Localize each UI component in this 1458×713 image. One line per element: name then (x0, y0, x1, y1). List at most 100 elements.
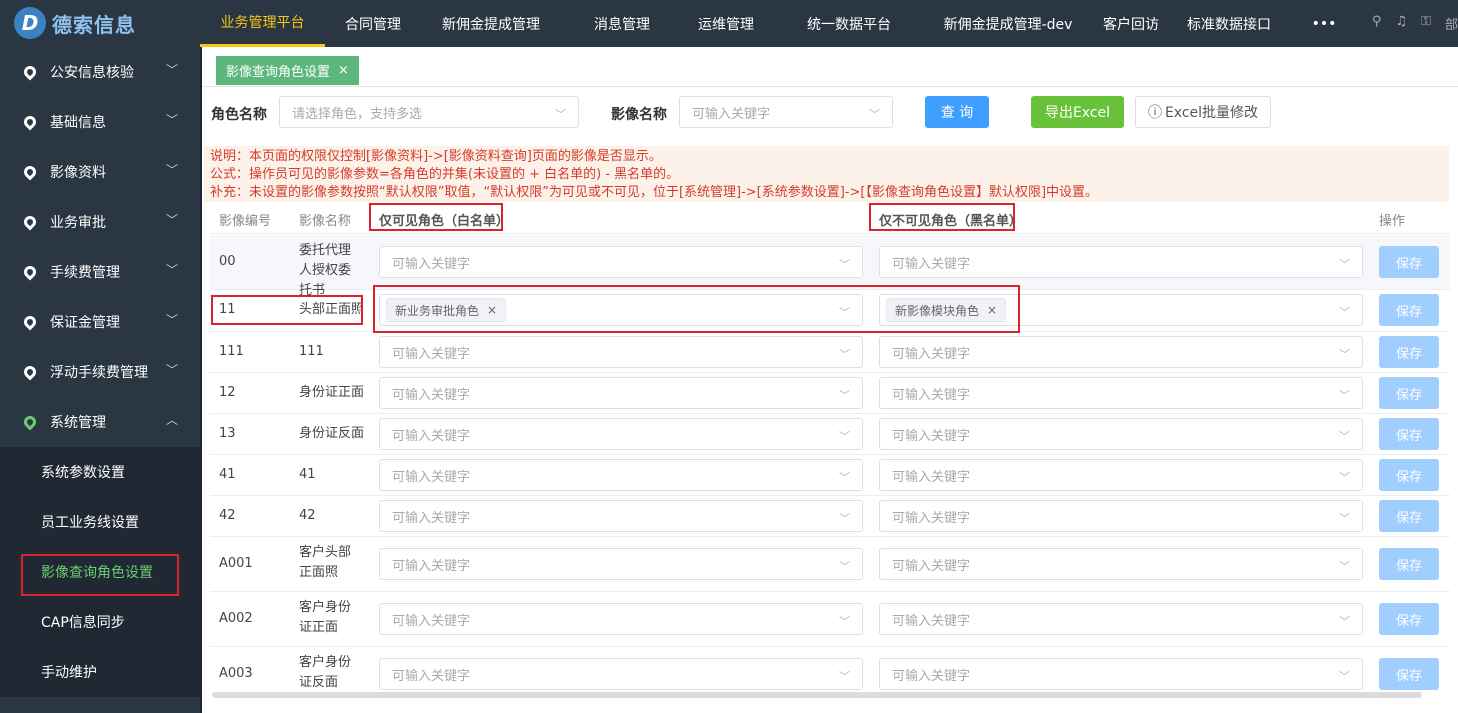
save-button[interactable]: 保存 (1379, 246, 1439, 278)
whitelist-select[interactable]: 可输入关键字 ﹀ (379, 459, 863, 491)
save-button[interactable]: 保存 (1379, 336, 1439, 368)
sidebar-item-police-verify[interactable]: 公安信息核验 ﹀ (0, 47, 200, 97)
sidebar-item-basic-info[interactable]: 基础信息 ﹀ (0, 97, 200, 147)
blacklist-select[interactable]: 可输入关键字 ﹀ (879, 500, 1363, 532)
table-row: 42 42 可输入关键字 ﹀ 可输入关键字 ﹀ 保存 (210, 496, 1450, 537)
whitelist-select[interactable]: 可输入关键字 ﹀ (379, 377, 863, 409)
nav-item-business-platform[interactable]: 业务管理平台 (200, 0, 325, 47)
blacklist-select[interactable]: 可输入关键字 ﹀ (879, 603, 1363, 635)
chevron-down-icon: ﹀ (1339, 471, 1350, 484)
search-icon[interactable]: ⚲ (1372, 14, 1382, 33)
row-code: 11 (219, 302, 236, 317)
blacklist-select[interactable]: 可输入关键字 ﹀ (879, 336, 1363, 368)
blacklist-placeholder: 可输入关键字 (892, 469, 971, 485)
chevron-down-icon: ﹀ (1339, 615, 1350, 628)
sidebar-item-label: 公安信息核验 (50, 65, 134, 81)
row-name: 111 (299, 344, 324, 359)
nav-item-contract[interactable]: 合同管理 (325, 0, 421, 47)
sidebar-item-label: 基础信息 (50, 115, 106, 131)
role-select[interactable]: 请选择角色，支持多选 ﹀ (279, 96, 579, 128)
save-button[interactable]: 保存 (1379, 603, 1439, 635)
whitelist-select[interactable]: 可输入关键字 ﹀ (379, 246, 863, 278)
nav-item-ops[interactable]: 运维管理 (683, 0, 769, 47)
blacklist-placeholder: 可输入关键字 (892, 558, 971, 574)
row-code: 00 (219, 254, 236, 269)
close-icon[interactable]: × (987, 303, 997, 317)
save-button[interactable]: 保存 (1379, 459, 1439, 491)
nav-item-data-platform[interactable]: 统一数据平台 (769, 0, 929, 47)
lock-icon[interactable]: ⚿ (1421, 14, 1431, 33)
whitelist-select[interactable]: 可输入关键字 ﹀ (379, 500, 863, 532)
save-button[interactable]: 保存 (1379, 377, 1439, 409)
header-blacklist: 仅不可见角色（黑名单） (879, 214, 1023, 229)
sidebar-item-business-approval[interactable]: 业务审批 ﹀ (0, 197, 200, 247)
row-code: 111 (219, 344, 244, 359)
blacklist-select[interactable]: 可输入关键字 ﹀ (879, 548, 1363, 580)
image-select[interactable]: 可输入关键字 ﹀ (679, 96, 893, 128)
role-tag-label: 新影像模块角色 (895, 303, 980, 318)
nav-item-std-api[interactable]: 标准数据接口 (1175, 0, 1283, 47)
blacklist-select[interactable]: 新影像模块角色 × ﹀ (879, 294, 1363, 326)
tab-image-role[interactable]: 影像查询角色设置 × (216, 56, 359, 85)
blacklist-select[interactable]: 可输入关键字 ﹀ (879, 418, 1363, 450)
sidebar-item-label: 系统管理 (50, 415, 106, 431)
nav-item-commission-dev[interactable]: 新佣金提成管理-dev (929, 0, 1087, 47)
sidebar-item-floating-fee[interactable]: 浮动手续费管理 ﹀ (0, 347, 200, 397)
nav-item-message[interactable]: 消息管理 (561, 0, 683, 47)
close-icon[interactable]: × (487, 303, 497, 317)
save-button[interactable]: 保存 (1379, 548, 1439, 580)
chevron-up-icon: ︿ (165, 413, 178, 427)
sidebar-item-fee[interactable]: 手续费管理 ﹀ (0, 247, 200, 297)
close-icon[interactable]: × (338, 63, 349, 78)
top-navbar: D 德索信息 业务管理平台 合同管理 新佣金提成管理 消息管理 运维管理 统一数… (0, 0, 1458, 47)
sidebar-subitem-manual[interactable]: 手动维护 (0, 647, 200, 697)
role-tag: 新影像模块角色 × (886, 298, 1007, 322)
location-pin-icon (21, 163, 39, 181)
table-row: 11 头部正面照 新业务审批角色 × ﹀ 新影像模块角色 × ﹀ 保存 (210, 290, 1450, 332)
blacklist-select[interactable]: 可输入关键字 ﹀ (879, 246, 1363, 278)
bell-icon[interactable]: ♫ (1395, 14, 1407, 33)
whitelist-select[interactable]: 可输入关键字 ﹀ (379, 603, 863, 635)
nav-more-button[interactable]: ••• (1283, 0, 1365, 47)
save-button[interactable]: 保存 (1379, 658, 1439, 690)
sidebar-divider (200, 47, 202, 713)
nav-item-callback[interactable]: 客户回访 (1087, 0, 1175, 47)
whitelist-placeholder: 可输入关键字 (392, 387, 471, 403)
save-button[interactable]: 保存 (1379, 500, 1439, 532)
sidebar-subitem-employee-line[interactable]: 员工业务线设置 (0, 497, 200, 547)
image-select-placeholder: 可输入关键字 (692, 106, 771, 122)
save-button[interactable]: 保存 (1379, 418, 1439, 450)
chevron-down-icon: ﹀ (839, 348, 850, 361)
sidebar-subitem-cap-sync[interactable]: CAP信息同步 (0, 597, 200, 647)
header-name: 影像名称 (299, 214, 352, 229)
header-whitelist: 仅可见角色（白名单） (379, 214, 510, 229)
app-logo[interactable]: D 德索信息 (14, 6, 200, 40)
whitelist-select[interactable]: 可输入关键字 ﹀ (379, 548, 863, 580)
horizontal-scrollbar[interactable] (212, 692, 1422, 698)
excel-batch-edit-button[interactable]: ⓘ Excel批量修改 (1135, 96, 1271, 128)
export-excel-button[interactable]: 导出Excel (1031, 96, 1124, 128)
chevron-down-icon: ﹀ (1339, 258, 1350, 271)
blacklist-select[interactable]: 可输入关键字 ﹀ (879, 658, 1363, 690)
query-button[interactable]: 查 询 (925, 96, 989, 128)
sidebar-subitem-image-role[interactable]: 影像查询角色设置 (0, 547, 200, 597)
nav-item-commission[interactable]: 新佣金提成管理 (421, 0, 561, 47)
sidebar-item-system[interactable]: 系统管理 ︿ (0, 397, 200, 447)
table-row: 12 身份证正面 可输入关键字 ﹀ 可输入关键字 ﹀ 保存 (210, 373, 1450, 414)
app-name: 德索信息 (52, 12, 136, 37)
whitelist-select[interactable]: 可输入关键字 ﹀ (379, 336, 863, 368)
sidebar-subitem-sys-params[interactable]: 系统参数设置 (0, 447, 200, 497)
image-filter-label: 影像名称 (611, 107, 667, 123)
whitelist-select[interactable]: 可输入关键字 ﹀ (379, 418, 863, 450)
blacklist-select[interactable]: 可输入关键字 ﹀ (879, 459, 1363, 491)
whitelist-select[interactable]: 可输入关键字 ﹀ (379, 658, 863, 690)
blacklist-select[interactable]: 可输入关键字 ﹀ (879, 377, 1363, 409)
chevron-down-icon: ﹀ (165, 63, 178, 77)
header-code: 影像编号 (219, 214, 272, 229)
sidebar-item-image-data[interactable]: 影像资料 ﹀ (0, 147, 200, 197)
whitelist-placeholder: 可输入关键字 (392, 256, 471, 272)
sidebar-item-deposit[interactable]: 保证金管理 ﹀ (0, 297, 200, 347)
user-menu[interactable]: 部 (1445, 14, 1458, 33)
whitelist-select[interactable]: 新业务审批角色 × ﹀ (379, 294, 863, 326)
save-button[interactable]: 保存 (1379, 294, 1439, 326)
